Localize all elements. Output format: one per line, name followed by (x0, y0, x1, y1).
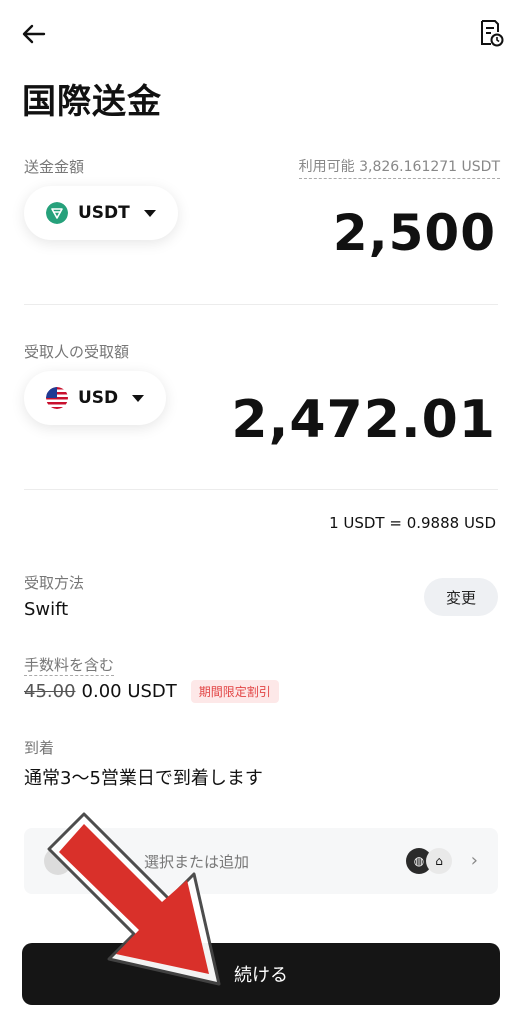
receive-method-value: Swift (24, 599, 69, 620)
exchange-rate: 1 USDT = 0.9888 USD (329, 514, 496, 532)
send-amount-label: 送金金額 (24, 158, 85, 176)
send-amount-value[interactable]: 2,500 (333, 204, 496, 262)
fee-row: 45.00 0.00 USDT 期間限定割引 (24, 680, 279, 703)
fee-label-text: 手数料を含む (24, 656, 115, 676)
divider (24, 304, 498, 305)
receive-currency-code: USD (78, 388, 119, 408)
divider (24, 489, 498, 490)
chevron-right-icon: › (470, 850, 478, 871)
page-title: 国際送金 (22, 82, 162, 122)
receive-amount-value[interactable]: 2,472.01 (231, 390, 496, 450)
arrival-value: 通常3〜5営業日で到着します (24, 768, 263, 789)
history-icon[interactable] (478, 18, 504, 48)
tether-icon (46, 202, 68, 224)
continue-button[interactable]: 続ける (22, 943, 500, 1005)
fee-value: 0.00 USDT (81, 681, 177, 702)
arrival-label: 到着 (24, 739, 55, 757)
caret-down-icon (143, 209, 156, 217)
recipient-selector[interactable]: 選択または追加 ◍ ⌂ › (24, 828, 498, 894)
original-fee: 45.00 (24, 681, 76, 702)
us-flag-icon (46, 387, 68, 409)
recipient-avatar-icon (44, 847, 72, 875)
receive-method-label: 受取方法 (24, 574, 85, 592)
back-arrow-icon[interactable] (20, 20, 48, 48)
discount-badge: 期間限定割引 (190, 680, 279, 703)
recipient-type-icons: ◍ ⌂ (406, 848, 452, 874)
recipient-placeholder: 選択または追加 (144, 852, 250, 871)
fee-label[interactable]: 手数料を含む (24, 654, 115, 676)
available-balance[interactable]: 利用可能 3,826.161271 USDT (298, 156, 500, 179)
receive-currency-selector[interactable]: USD (24, 371, 167, 425)
change-method-button[interactable]: 変更 (424, 578, 498, 616)
send-currency-code: USDT (78, 203, 130, 223)
send-currency-selector[interactable]: USDT (24, 186, 178, 240)
top-bar (0, 0, 522, 70)
bank-icon: ⌂ (426, 848, 452, 874)
caret-down-icon (132, 394, 145, 402)
receive-amount-label: 受取人の受取額 (24, 343, 130, 361)
